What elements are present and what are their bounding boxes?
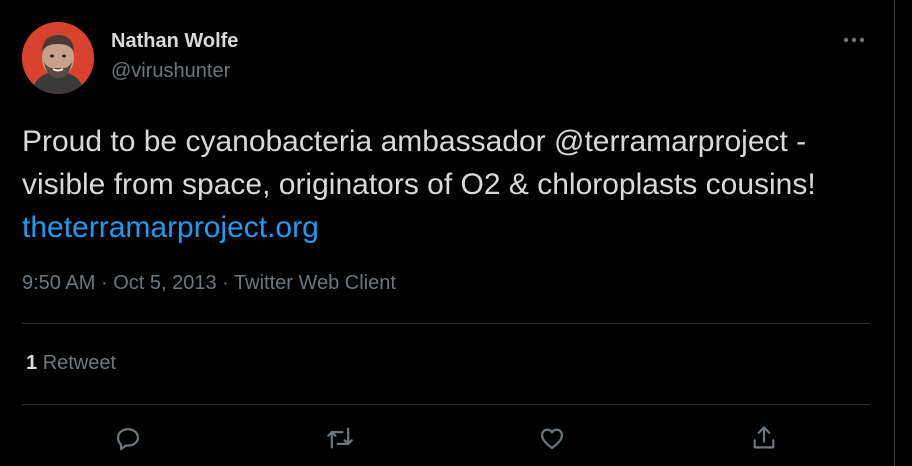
avatar-portrait xyxy=(22,22,94,94)
tweet-client[interactable]: Twitter Web Client xyxy=(234,272,396,294)
tweet-metadata: 9:50 AM · Oct 5, 2013 · Twitter Web Clie… xyxy=(22,272,396,295)
action-bar xyxy=(0,420,895,456)
retweet-label: Retweet xyxy=(42,352,117,374)
share-icon xyxy=(753,426,775,449)
like-icon xyxy=(540,428,564,450)
meta-separator: · xyxy=(100,272,108,294)
retweet-count: 1 xyxy=(26,352,38,374)
tweet-link[interactable]: theterramarproject.org xyxy=(22,211,319,244)
retweet-stats[interactable]: 1 Retweet xyxy=(26,352,116,375)
reply-button[interactable] xyxy=(110,420,146,456)
more-button[interactable] xyxy=(832,24,876,56)
tweet-body: Proud to be cyanobacteria ambassador @te… xyxy=(22,125,816,201)
author-handle[interactable]: @virushunter xyxy=(111,60,230,83)
reply-icon xyxy=(116,428,140,451)
tweet-date[interactable]: Oct 5, 2013 xyxy=(113,272,216,294)
like-button[interactable] xyxy=(534,420,570,456)
share-button[interactable] xyxy=(746,420,782,456)
avatar[interactable] xyxy=(22,22,94,94)
meta-separator: · xyxy=(222,272,229,294)
retweet-button[interactable] xyxy=(322,420,358,456)
more-horizontal-icon xyxy=(843,37,865,43)
tweet-text: Proud to be cyanobacteria ambassador @te… xyxy=(22,120,862,249)
divider xyxy=(22,323,870,324)
author-name[interactable]: Nathan Wolfe xyxy=(111,30,238,53)
retweet-icon xyxy=(327,427,353,449)
tweet-time[interactable]: 9:50 AM xyxy=(22,272,95,294)
divider xyxy=(22,404,870,405)
tweet-card: Nathan Wolfe @virushunter Proud to be cy… xyxy=(0,0,895,466)
